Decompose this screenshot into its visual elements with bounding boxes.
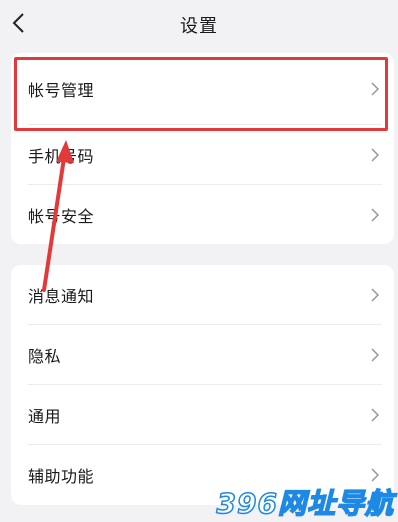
settings-item-notifications[interactable]: 消息通知: [11, 265, 394, 325]
settings-item-label: 隐私: [28, 347, 62, 366]
settings-item-label: 手机号码: [28, 147, 95, 166]
settings-item-label: 通用: [28, 407, 62, 426]
top-bar: 设置: [0, 0, 398, 46]
highlight-box: [14, 57, 388, 131]
settings-item-privacy[interactable]: 隐私: [11, 325, 394, 385]
chevron-right-icon: [371, 408, 380, 422]
chevron-right-icon: [371, 208, 380, 222]
settings-item-label: 辅助功能: [28, 467, 95, 486]
chevron-right-icon: [371, 468, 380, 482]
chevron-right-icon: [371, 348, 380, 362]
page-title: 设置: [180, 16, 218, 37]
settings-item-account-security[interactable]: 帐号安全: [11, 185, 394, 244]
chevron-right-icon: [371, 148, 380, 162]
watermark: 396网址导航: [216, 486, 394, 521]
settings-item-general[interactable]: 通用: [11, 385, 394, 445]
settings-item-label: 帐号安全: [28, 207, 95, 226]
settings-item-phone-number[interactable]: 手机号码: [11, 125, 394, 185]
general-settings-group: 消息通知 隐私 通用 辅助功能: [11, 265, 394, 505]
chevron-right-icon: [371, 288, 380, 302]
settings-item-label: 消息通知: [28, 287, 95, 306]
